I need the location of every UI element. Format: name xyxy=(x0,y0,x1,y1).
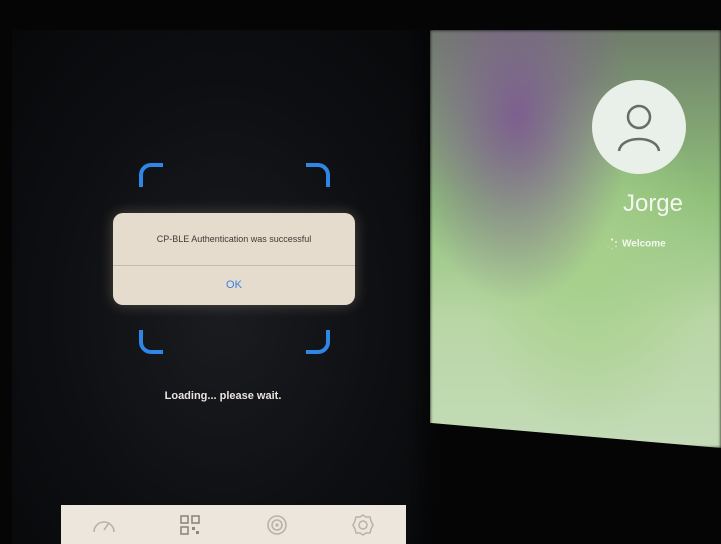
windows-login-screen-background xyxy=(430,30,721,448)
speedometer-icon[interactable] xyxy=(89,511,119,539)
scan-frame-corner-bottom-right xyxy=(306,330,330,354)
welcome-status: Welcome xyxy=(606,238,666,250)
phone-screen: CP-BLE Authentication was successful OK … xyxy=(12,30,434,544)
scan-frame-corner-top-left xyxy=(139,163,163,187)
loading-spinner-icon xyxy=(606,238,618,250)
alert-ok-button[interactable]: OK xyxy=(113,266,355,305)
location-icon[interactable] xyxy=(262,511,292,539)
user-avatar-icon xyxy=(592,80,686,174)
alert-message: CP-BLE Authentication was successful xyxy=(113,213,355,266)
settings-gear-icon[interactable] xyxy=(348,511,378,539)
scan-frame-corner-bottom-left xyxy=(139,330,163,354)
scan-frame-corner-top-right xyxy=(306,163,330,187)
bottom-tab-bar xyxy=(61,505,406,544)
photo-scene: CP-BLE Authentication was successful OK … xyxy=(0,0,721,544)
welcome-text: Welcome xyxy=(622,238,666,250)
auth-success-alert: CP-BLE Authentication was successful OK xyxy=(113,213,355,305)
qr-code-icon[interactable] xyxy=(175,511,205,539)
loading-status-text: Loading... please wait. xyxy=(164,390,282,402)
login-user-name: Jorge xyxy=(622,190,684,217)
